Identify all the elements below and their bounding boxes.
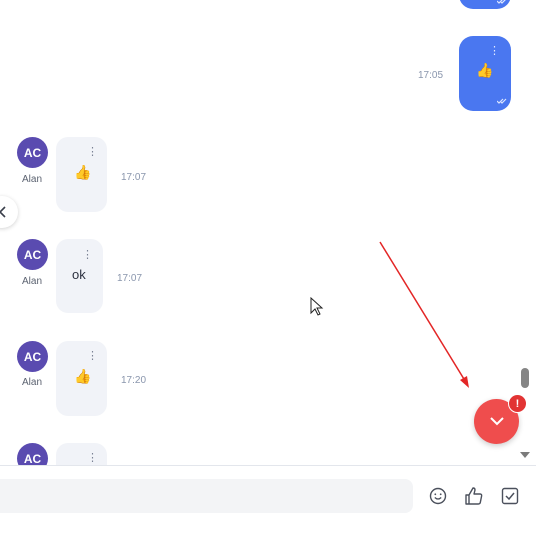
new-message-badge: !	[508, 394, 527, 413]
mouse-cursor-icon	[310, 297, 324, 316]
smiley-icon[interactable]	[427, 485, 449, 507]
chat-message-list[interactable]: 17:05 ⋮ 👍 AC Alan ⋮ 👍 17:07 AC Alan ⋮ ok…	[0, 0, 518, 465]
chevron-down-icon	[489, 417, 504, 426]
message-composer	[0, 465, 536, 534]
scroll-down-arrow-icon[interactable]	[520, 452, 530, 458]
annotation-arrow	[379, 241, 469, 388]
message-input-box[interactable]	[0, 479, 437, 513]
thumbs-up-icon[interactable]	[463, 485, 485, 507]
scrollbar-thumb[interactable]	[521, 368, 529, 388]
message-input[interactable]	[0, 479, 437, 513]
checkbox-icon[interactable]	[499, 485, 521, 507]
